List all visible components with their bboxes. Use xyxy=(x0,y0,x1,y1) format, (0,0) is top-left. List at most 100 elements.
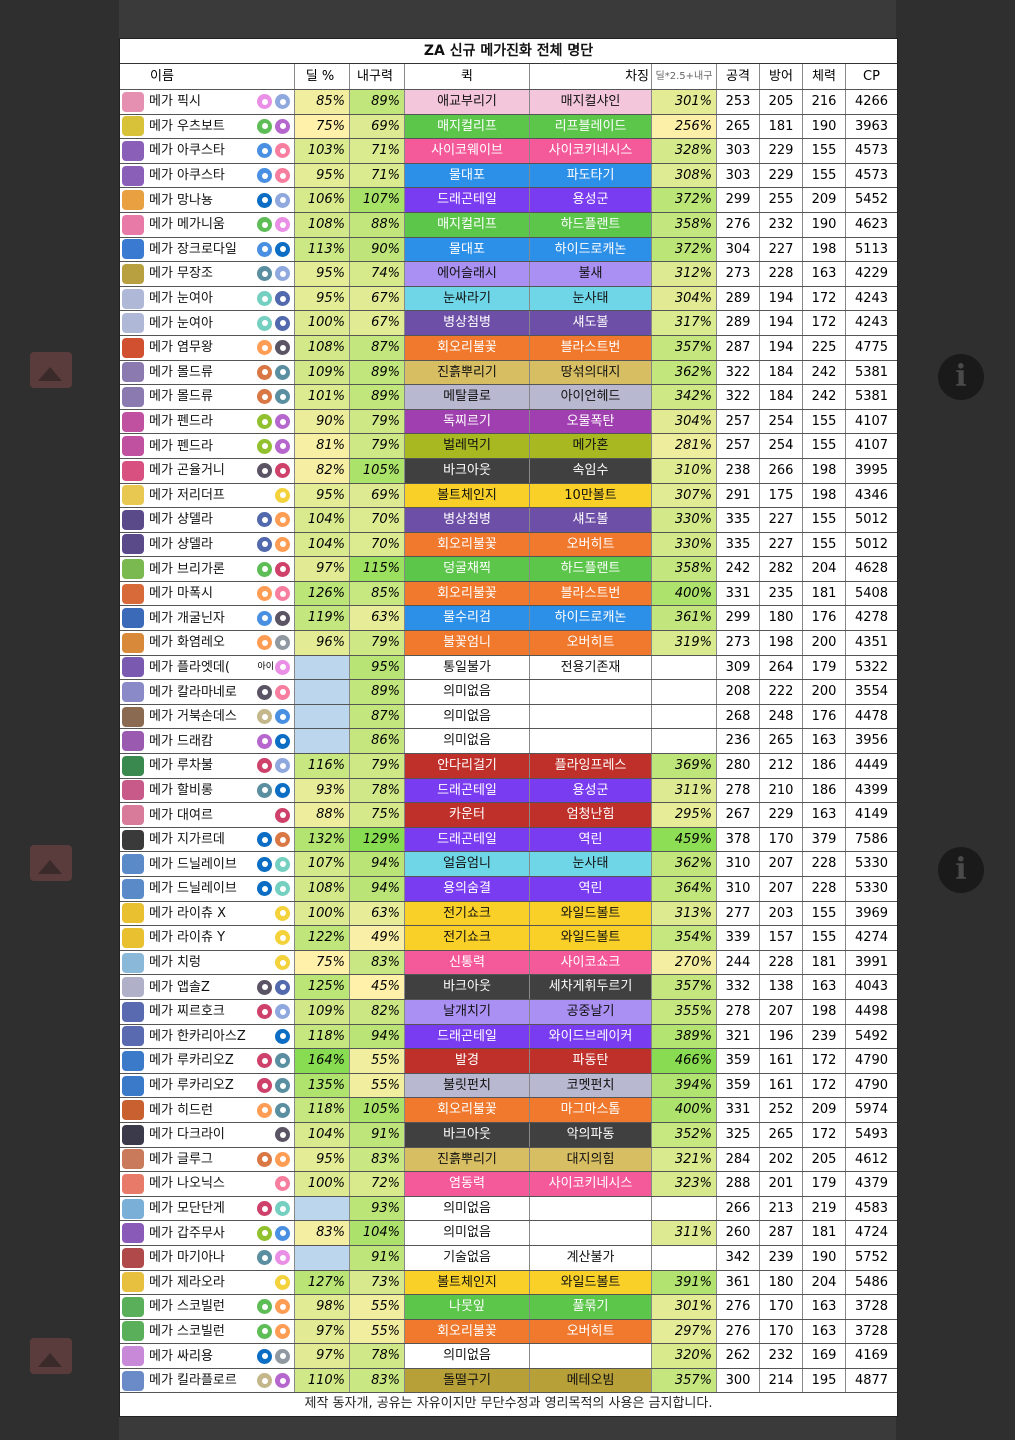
fast-move: 메탈클로 xyxy=(405,385,530,409)
pokemon-cell: 메가 루카리오Z xyxy=(120,1049,295,1073)
pokemon-sprite-icon xyxy=(122,829,144,850)
table-row: 메가 치렁 75% 83% 신통력 사이코쇼크 270% 244 228 181 3991 xyxy=(120,950,897,976)
durability-percent: 69% xyxy=(350,114,405,139)
damage-percent: 122% xyxy=(295,926,350,950)
score-percent: 330% xyxy=(652,532,717,557)
hp-stat: 186 xyxy=(803,754,846,778)
attack-stat: 310 xyxy=(717,877,760,901)
score-percent: 369% xyxy=(652,754,717,778)
damage-percent: 93% xyxy=(295,778,350,803)
pokemon-name: 메가 글루그 xyxy=(149,1151,213,1167)
defense-stat: 170 xyxy=(760,1319,803,1344)
table-row: 메가 아쿠스타 103% 71% 사이코웨이브 사이코키네시스 328% 303 229 155… xyxy=(120,139,897,164)
score-percent xyxy=(652,729,717,754)
damage-percent: 108% xyxy=(295,877,350,901)
durability-percent: 91% xyxy=(350,1122,405,1147)
info-icon[interactable]: i xyxy=(938,847,984,893)
pokemon-name: 메가 장크로다일 xyxy=(149,241,237,257)
defense-stat: 222 xyxy=(760,680,803,704)
durability-percent: 94% xyxy=(350,1024,405,1049)
info-icon[interactable]: i xyxy=(938,354,984,400)
durability-percent: 63% xyxy=(350,606,405,631)
fire-type-icon xyxy=(274,1322,291,1340)
table-row: 메가 싸리용 97% 78% 의미없음 320% 262 232 169 4169 xyxy=(120,1344,897,1369)
dragon-type-icon xyxy=(256,1347,273,1365)
dragon-type-icon xyxy=(274,781,291,799)
hp-stat: 228 xyxy=(803,852,846,876)
pokemon-sprite-icon xyxy=(122,632,144,653)
dark-type-icon xyxy=(256,683,273,701)
table-row: 메가 히드런 118% 105% 회오리불꽃 마그마스톰 400% 331 252 209 597… xyxy=(120,1098,897,1123)
hp-stat: 155 xyxy=(803,139,846,163)
grass-type-icon xyxy=(256,1322,273,1340)
durability-percent: 83% xyxy=(350,1368,405,1393)
cp-stat: 3554 xyxy=(854,684,889,700)
cp-stat: 5492 xyxy=(854,1028,889,1044)
pokemon-cell: 메가 모단단게 xyxy=(120,1196,295,1221)
charged-move: 사이코쇼크 xyxy=(530,950,652,975)
attack-stat: 303 xyxy=(717,139,760,163)
charged-move xyxy=(530,1196,652,1221)
mega-evolution-sheet: ZA 신규 메가진화 전체 명단 이름 딜 % 내구력 퀵 차징 딜*2.5+내… xyxy=(119,38,898,1417)
charged-move: 눈사태 xyxy=(530,852,652,876)
hp-stat: 228 xyxy=(803,877,846,901)
bug-type-icon xyxy=(256,413,273,431)
defense-stat: 227 xyxy=(760,532,803,557)
damage-percent xyxy=(295,680,350,704)
score-percent: 400% xyxy=(652,581,717,606)
score-percent: 312% xyxy=(652,262,717,286)
damage-percent: 100% xyxy=(295,901,350,926)
fast-move: 회오리불꽃 xyxy=(405,581,530,606)
table-row: 메가 픽시 85% 89% 애교부리기 매지컬샤인 301% 253 205 216 4266 xyxy=(120,90,897,115)
defense-stat: 210 xyxy=(760,778,803,803)
fast-move: 의미없음 xyxy=(405,1344,530,1368)
defense-stat: 138 xyxy=(760,975,803,999)
electric-type-icon xyxy=(274,1273,291,1291)
attack-stat: 267 xyxy=(717,803,760,827)
score-percent xyxy=(652,655,717,680)
score-percent: 355% xyxy=(652,999,717,1024)
fast-move: 기술없음 xyxy=(405,1245,530,1270)
fire-type-icon xyxy=(256,585,273,603)
damage-percent: 97% xyxy=(295,1319,350,1344)
defense-stat: 207 xyxy=(760,877,803,901)
hp-stat: 190 xyxy=(803,114,846,139)
pokemon-name: 메가 갑주무사 xyxy=(149,1225,225,1241)
durability-percent: 55% xyxy=(350,1319,405,1344)
attack-stat: 322 xyxy=(717,360,760,385)
pokemon-cell: 메가 개굴닌자 xyxy=(120,606,295,631)
ice-type-icon xyxy=(274,880,291,898)
durability-percent: 89% xyxy=(350,90,405,114)
hp-stat: 172 xyxy=(803,1049,846,1073)
attack-stat: 304 xyxy=(717,237,760,262)
durability-percent: 91% xyxy=(350,1245,405,1270)
dark-type-icon xyxy=(274,339,291,357)
fast-move: 회오리불꽃 xyxy=(405,1319,530,1344)
header-score: 딜*2.5+내구 xyxy=(652,64,717,89)
hp-stat: 155 xyxy=(803,163,846,188)
table-row: 메가 메가니움 108% 88% 매지컬리프 하드플랜트 358% 276 232 190 462… xyxy=(120,212,897,238)
fire-type-icon xyxy=(256,339,273,357)
pokemon-sprite-icon xyxy=(122,337,144,358)
damage-percent: 135% xyxy=(295,1073,350,1098)
table-row: 메가 몰드류 109% 89% 진흙뿌리기 땅섞의대지 362% 322 184 242 5381 xyxy=(120,360,897,386)
fast-move: 진흙뿌리기 xyxy=(405,360,530,385)
pokemon-sprite-icon xyxy=(122,165,144,186)
damage-percent xyxy=(295,704,350,729)
ice-type-icon xyxy=(274,855,291,873)
fighting-type-icon xyxy=(274,462,291,480)
pokemon-name: 메가 나오닉스 xyxy=(149,1176,225,1192)
fast-move: 볼트체인지 xyxy=(405,1270,530,1295)
damage-percent: 104% xyxy=(295,1122,350,1147)
attack-stat: 287 xyxy=(717,335,760,360)
defense-stat: 180 xyxy=(760,1270,803,1295)
cp-stat: 4107 xyxy=(854,413,889,429)
fairy-type-icon xyxy=(274,1249,291,1267)
pokemon-sprite-icon xyxy=(122,608,144,629)
table-row: 메가 우츠보트 75% 69% 매지컬리프 리프블레이드 256% 265 181 190 396… xyxy=(120,114,897,140)
pokemon-name: 메가 스코빌런 xyxy=(149,1299,225,1315)
charged-move: 계산불가 xyxy=(530,1245,652,1270)
damage-percent: 90% xyxy=(295,409,350,434)
charged-move: 매지컬샤인 xyxy=(530,90,652,114)
table-body: 메가 픽시 85% 89% 애교부리기 매지컬샤인 301% 253 205 216 4266 메가… xyxy=(120,90,897,1394)
